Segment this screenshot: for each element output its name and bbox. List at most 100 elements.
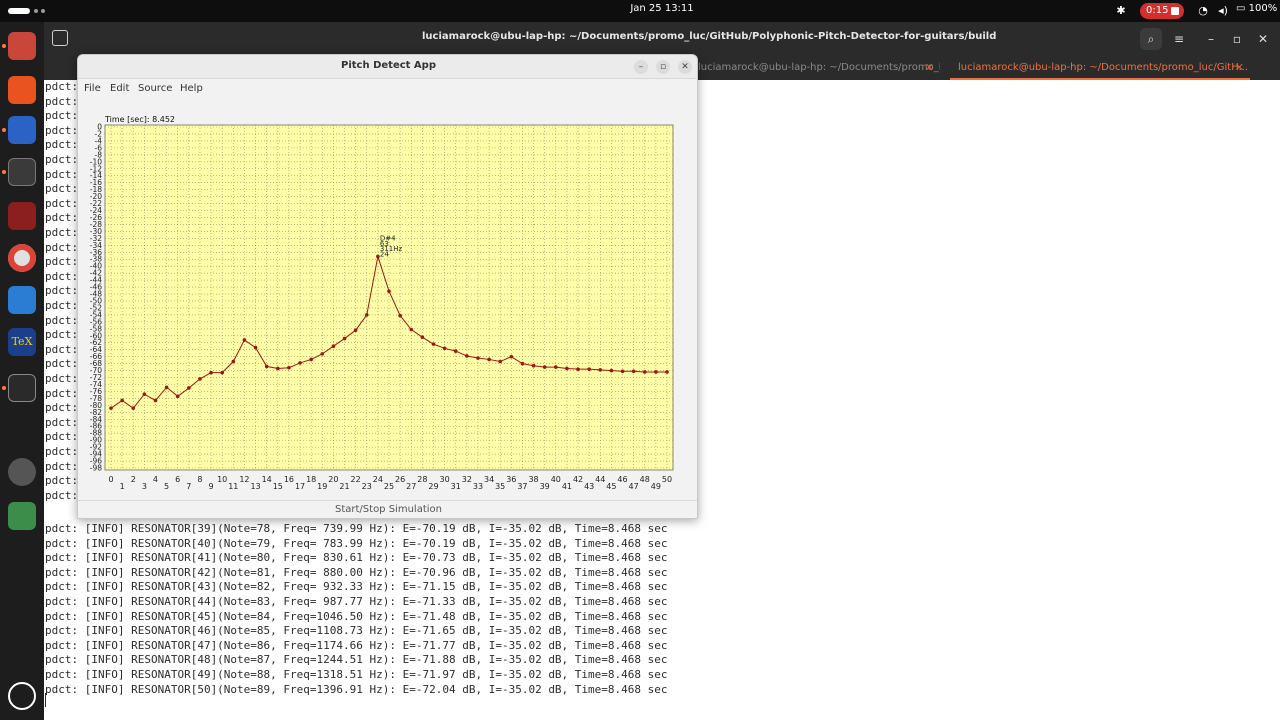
x-tick-label: 32 — [462, 475, 472, 484]
terminal-line: pdct: [INFO] RESONATOR[49](Note=88, Freq… — [45, 668, 668, 681]
terminal-header: luciamarock@ubu-lap-hp: ~/Documents/prom… — [44, 22, 1280, 56]
new-tab-icon[interactable] — [52, 30, 68, 46]
data-point — [487, 357, 491, 362]
x-tick-label: 4 — [153, 475, 158, 484]
text-editor-icon[interactable] — [8, 116, 36, 144]
x-tick-label: 16 — [284, 475, 294, 484]
data-point — [420, 335, 425, 339]
x-tick-label: 48 — [640, 475, 650, 484]
terminal-line-prefix: pdct: — [45, 167, 79, 181]
start-stop-simulation-button[interactable]: Start/Stop Simulation — [78, 501, 697, 518]
recording-time: 0:15 — [1146, 5, 1169, 16]
app-center-icon[interactable] — [8, 76, 36, 104]
texmaker-icon[interactable]: TeX — [8, 328, 36, 356]
maximize-icon[interactable]: ▫ — [656, 60, 670, 74]
close-icon[interactable]: ✕ — [678, 60, 692, 74]
maximize-icon[interactable]: ▫ — [1226, 28, 1248, 50]
terminal-line-prefix: pdct: — [45, 182, 79, 196]
running-indicator — [2, 128, 6, 132]
close-tab-icon[interactable]: ✕ — [925, 56, 934, 80]
trash-icon[interactable] — [8, 502, 36, 530]
data-point — [620, 369, 625, 374]
data-point — [498, 359, 503, 364]
chrome-icon[interactable] — [8, 244, 36, 272]
x-tick-label: 24 — [373, 475, 383, 484]
terminal-line-prefix: pdct: — [45, 94, 79, 108]
show-apps-icon[interactable] — [8, 682, 36, 710]
screen-recording-indicator[interactable]: 0:15 — [1140, 3, 1184, 19]
terminal-line: pdct: [INFO] RESONATOR[41](Note=80, Freq… — [45, 551, 668, 565]
x-tick-label: 47 — [629, 482, 639, 491]
data-point — [353, 328, 358, 333]
menu-edit[interactable]: Edit — [110, 83, 129, 94]
x-tick-label: 38 — [528, 475, 538, 484]
battery-indicator[interactable]: ▭ 100% — [1236, 3, 1277, 14]
terminal-line: pdct: [INFO] RESONATOR[42](Note=81, Freq… — [45, 565, 668, 579]
data-point — [331, 344, 336, 349]
data-point — [442, 346, 447, 351]
minimize-icon[interactable]: – — [634, 60, 648, 74]
writer-icon[interactable] — [8, 286, 36, 314]
data-point — [264, 364, 269, 369]
peak-annotation: 24 — [380, 251, 389, 259]
terminal-tab-active[interactable]: luciamarock@ubu-lap-hp: ~/Documents/prom… — [950, 56, 1250, 80]
settings-icon[interactable] — [8, 458, 36, 486]
search-icon[interactable]: ⌕ — [1140, 28, 1162, 50]
workspace-indicator — [8, 8, 30, 14]
terminal-cursor — [45, 693, 46, 707]
menu-file[interactable]: File — [84, 83, 101, 94]
terminal-line-prefix: pdct: — [45, 211, 79, 225]
terminal-line-prefix: pdct: — [45, 240, 79, 254]
terminal-tab[interactable]: luciamarock@ubu-lap-hp: ~/Documents/prom… — [690, 56, 940, 80]
running-indicator — [2, 170, 6, 174]
volume-icon[interactable]: ◂) — [1216, 4, 1230, 18]
pitch-detect-window: Pitch Detect App – ▫ ✕ File Edit Source … — [77, 54, 698, 519]
x-tick-label: 3 — [142, 482, 147, 491]
activities-button[interactable] — [8, 8, 45, 14]
files-icon[interactable] — [8, 32, 36, 60]
x-tick-label: 46 — [617, 475, 627, 484]
terminal-icon[interactable] — [8, 158, 36, 186]
running-indicator — [2, 386, 6, 390]
data-point — [398, 313, 402, 318]
data-point — [142, 392, 147, 397]
extensions-icon[interactable]: ✱ — [1114, 4, 1128, 18]
data-point — [175, 394, 180, 399]
x-tick-label: 28 — [417, 475, 427, 484]
x-tick-label: 8 — [197, 475, 202, 484]
close-icon[interactable]: ✕ — [1252, 28, 1274, 50]
package-icon[interactable] — [8, 374, 36, 402]
wifi-icon[interactable]: ◔ — [1196, 4, 1210, 18]
data-point — [387, 289, 391, 294]
x-tick-label: 33 — [473, 482, 483, 491]
minimize-icon[interactable]: – — [1200, 28, 1222, 50]
x-tick-label: 5 — [164, 482, 169, 491]
data-point — [187, 386, 191, 390]
x-tick-label: 44 — [595, 475, 605, 484]
close-tab-icon[interactable]: ✕ — [1235, 56, 1244, 78]
data-point — [287, 365, 291, 370]
menu-help[interactable]: Help — [180, 83, 203, 94]
x-tick-label: 49 — [651, 482, 661, 491]
terminal-line-prefix: pdct: — [45, 226, 79, 239]
menu-source[interactable]: Source — [138, 83, 172, 94]
x-tick-label: 31 — [451, 482, 461, 491]
app-icon[interactable] — [8, 202, 36, 230]
app-titlebar[interactable]: Pitch Detect App – ▫ ✕ — [78, 55, 697, 79]
tab-label: luciamarock@ubu-lap-hp: ~/Documents/prom… — [958, 62, 1249, 73]
terminal-line: pdct: [INFO] RESONATOR[50](Note=89, Freq… — [45, 682, 668, 696]
data-point — [631, 369, 636, 374]
terminal-line-prefix: pdct: — [45, 488, 79, 502]
y-tick-label: 0 — [97, 123, 102, 132]
x-tick-label: 25 — [384, 482, 394, 491]
x-tick-label: 21 — [339, 482, 349, 491]
wand-icon[interactable] — [8, 416, 36, 444]
data-point — [253, 345, 258, 350]
clock[interactable]: Jan 25 13:11 — [612, 3, 712, 14]
data-point — [342, 336, 347, 341]
chart-title: Time [sec]: 8.452 — [104, 115, 175, 124]
terminal-line-prefix: pdct: — [45, 80, 79, 93]
data-point — [542, 365, 547, 369]
terminal-line-prefix: pdct: — [45, 269, 79, 283]
menu-icon[interactable]: ≡ — [1168, 28, 1190, 50]
